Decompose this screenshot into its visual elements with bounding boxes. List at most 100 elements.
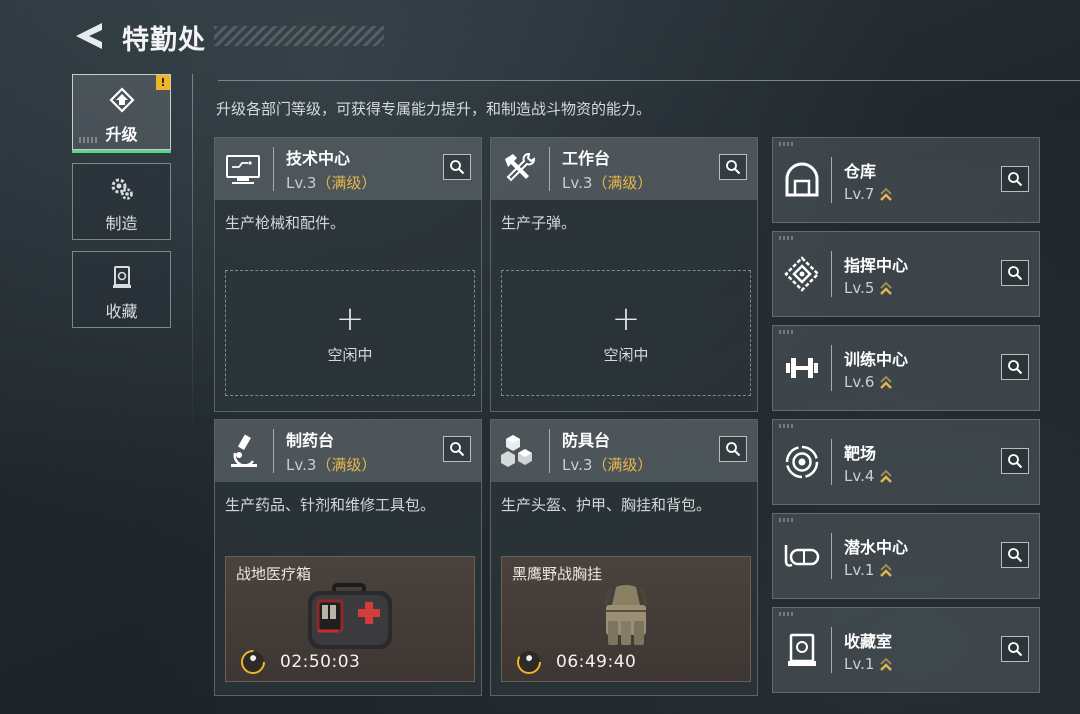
collection-room-icon [788,633,816,666]
card-divider [831,157,832,203]
page-description: 升级各部门等级，可获得专属能力提升，和制造战斗物资的能力。 [216,100,652,118]
dumbbell-icon [786,358,818,378]
facility-name: 技术中心 [286,149,351,168]
search-icon [1008,360,1023,375]
tab-upgrade[interactable]: ! 升级 [72,74,171,153]
tab-collection[interactable]: 收藏 [72,251,171,328]
inspect-button[interactable] [443,436,471,462]
medical-kit-image [308,583,392,649]
facility-card-warehouse[interactable]: 仓库 Lv.7 [772,137,1040,223]
facility-name: 收藏室 [844,631,893,651]
card-decoration [779,424,795,428]
facility-level: Lv.3（满级） [286,172,376,193]
level-value: Lv.3 [562,456,593,474]
sidebar-divider [192,74,193,434]
facility-level: Lv.1 [844,655,893,673]
facility-name: 仓库 [844,161,877,181]
target-icon [785,445,819,479]
facility-card-collection-room[interactable]: 收藏室 Lv.1 [772,607,1040,693]
inspect-button[interactable] [1001,542,1029,568]
computer-icon [226,155,260,184]
max-level-label: （满级） [316,456,377,474]
card-header: 制药台 Lv.3（满级） [215,420,481,482]
card-decoration [779,518,795,522]
slot-status: 空闲中 [603,345,649,364]
facility-card-armor-bench[interactable]: 防具台 Lv.3（满级） 生产头盔、护甲、胸挂和背包。 黑鹰野战胸挂 06:49… [490,419,758,696]
header-divider [273,429,274,473]
header-divider [549,429,550,473]
tab-craft[interactable]: 制造 [72,163,171,240]
production-slot-active[interactable]: 战地医疗箱 02:50:03 [225,556,475,682]
production-slot-active[interactable]: 黑鹰野战胸挂 06:49:40 [501,556,751,682]
inspect-button[interactable] [1001,166,1029,192]
max-level-label: （满级） [592,174,653,192]
level-value: Lv.3 [286,174,317,192]
facility-card-pharmacy[interactable]: 制药台 Lv.3（满级） 生产药品、针剂和维修工具包。 战地医疗箱 02:50:… [214,419,482,696]
level-value: Lv.4 [844,466,875,485]
inspect-button[interactable] [719,154,747,180]
facility-level: Lv.5 [844,279,908,297]
tab-collection-label: 收藏 [105,302,138,321]
facility-name: 工作台 [562,149,611,168]
facility-level: Lv.1 [844,561,908,579]
production-slot-idle[interactable]: + 空闲中 [501,270,751,396]
level-value: Lv.1 [844,654,875,673]
inspect-button[interactable] [719,436,747,462]
level-value: Lv.7 [844,184,875,203]
level-value: Lv.5 [844,278,875,297]
upgrade-available-icon [880,375,893,389]
facility-name: 防具台 [562,431,611,450]
card-decoration [779,236,795,240]
back-button[interactable] [72,20,106,52]
upgrade-available-icon [880,281,893,295]
facility-name: 指挥中心 [844,255,909,275]
inspect-button[interactable] [1001,636,1029,662]
facility-name: 潜水中心 [844,537,909,557]
facility-description: 生产子弹。 [501,214,577,232]
facility-level: Lv.4 [844,467,893,485]
inspect-button[interactable] [1001,448,1029,474]
level-value: Lv.3 [562,174,593,192]
chest-rig-image [604,585,648,645]
search-icon [1008,454,1023,469]
facility-level: Lv.7 [844,185,893,203]
facility-level: Lv.6 [844,373,908,391]
card-decoration [779,142,795,146]
wrench-progress-icon [517,650,541,674]
facility-card-tech-center[interactable]: 技术中心 Lv.3（满级） 生产枪械和配件。 + 空闲中 [214,137,482,412]
search-icon [1008,172,1023,187]
card-decoration [779,612,795,616]
card-divider [831,345,832,391]
production-timer: 06:49:40 [556,652,637,672]
header-divider [549,147,550,191]
search-icon [450,442,465,457]
card-divider [831,627,832,673]
upgrade-available-icon [880,469,893,483]
upgrade-icon [108,87,135,113]
inspect-button[interactable] [443,154,471,180]
warehouse-icon [785,162,819,197]
slot-status: 空闲中 [327,345,373,364]
facility-name: 靶场 [844,443,877,463]
facility-name: 训练中心 [844,349,909,369]
microscope-icon [231,434,257,467]
header-divider [273,147,274,191]
facility-card-diving-center[interactable]: 潜水中心 Lv.1 [772,513,1040,599]
back-arrow-icon [76,23,102,49]
max-level-label: （满级） [316,174,377,192]
inspect-button[interactable] [1001,354,1029,380]
hammer-wrench-icon [505,153,535,182]
title-decoration [214,26,384,46]
inspect-button[interactable] [1001,260,1029,286]
gears-icon [111,178,133,200]
max-level-label: （满级） [592,456,653,474]
production-slot-idle[interactable]: + 空闲中 [225,270,475,396]
facility-card-shooting-range[interactable]: 靶场 Lv.4 [772,419,1040,505]
facility-description: 生产枪械和配件。 [225,214,346,232]
facility-card-workbench[interactable]: 工作台 Lv.3（满级） 生产子弹。 + 空闲中 [490,137,758,412]
upgrade-available-icon [880,563,893,577]
facility-card-command-center[interactable]: 指挥中心 Lv.5 [772,231,1040,317]
card-decoration [779,330,795,334]
level-value: Lv.1 [844,560,875,579]
facility-card-training-center[interactable]: 训练中心 Lv.6 [772,325,1040,411]
